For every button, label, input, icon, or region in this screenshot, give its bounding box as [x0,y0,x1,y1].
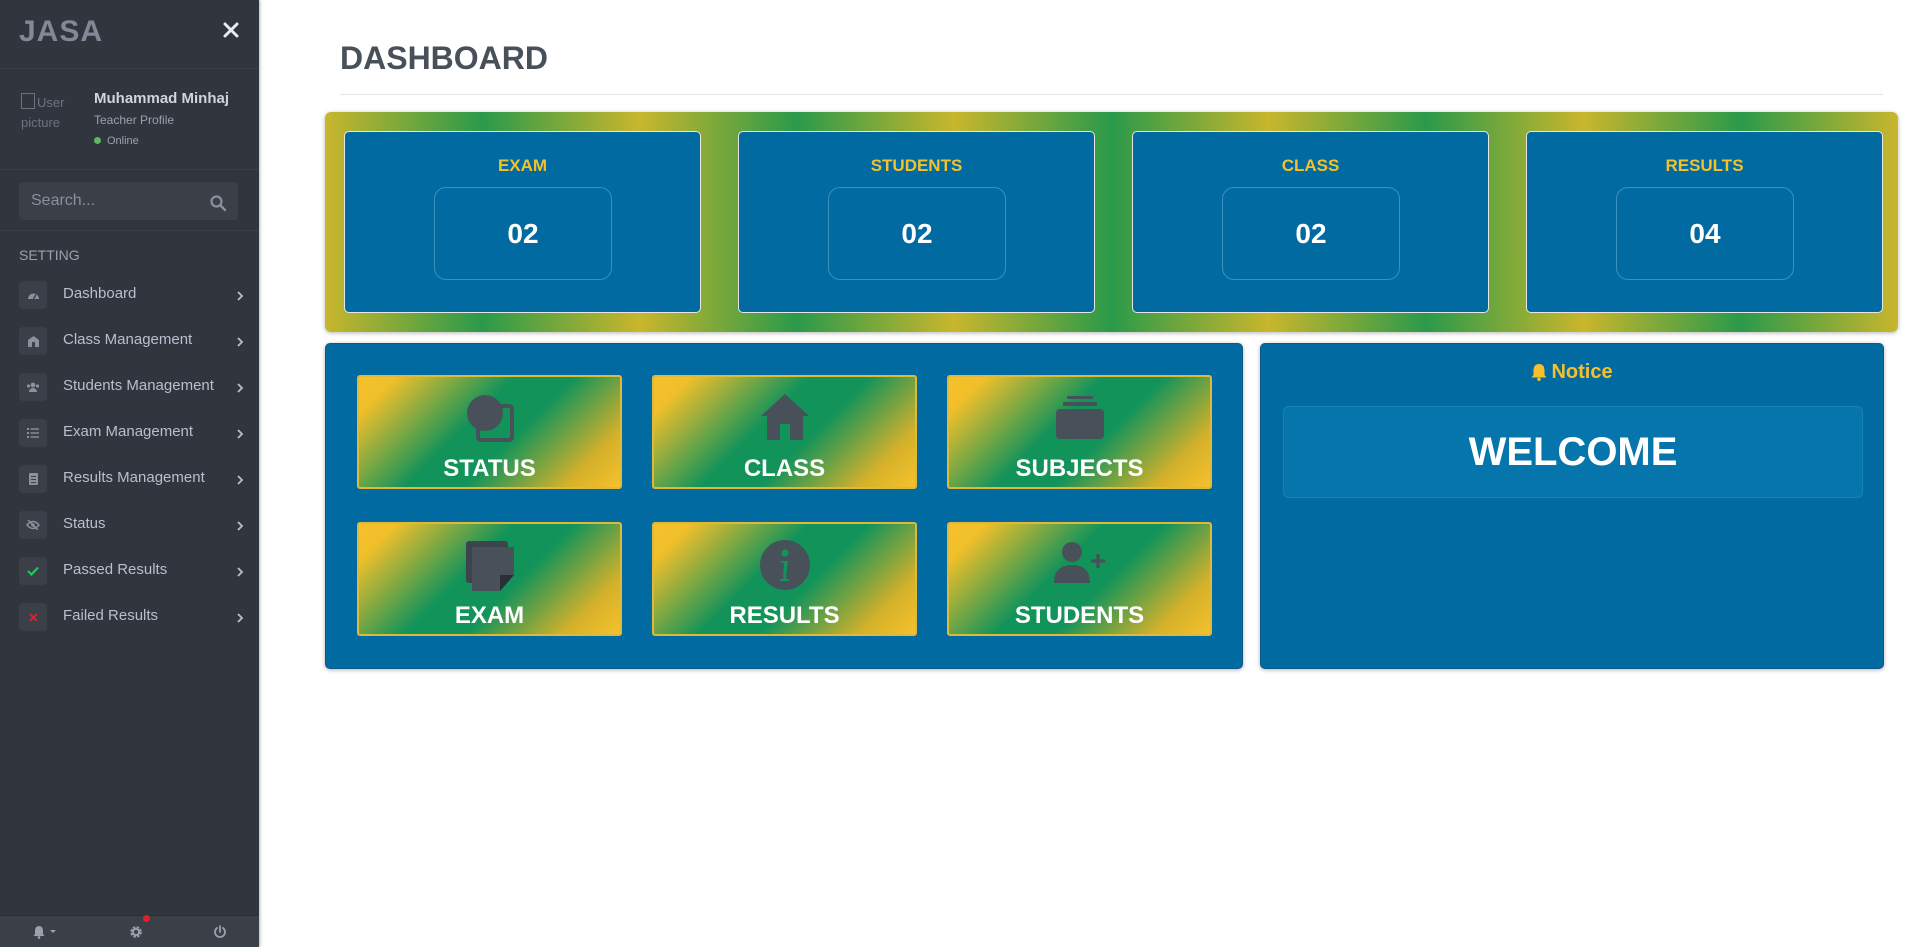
tile-label: STATUS [443,455,536,482]
tile-status[interactable]: STATUS [357,375,622,489]
stat-card-students: STUDENTS 02 [738,131,1095,313]
tile-class[interactable]: CLASS [652,375,917,489]
sidebar: JASA User picture Muhammad Minhaj Teache… [0,0,259,947]
tile-label: SUBJECTS [1015,455,1144,482]
notification-dot-icon [143,915,150,922]
check-icon [19,557,47,585]
search-input[interactable] [19,182,238,220]
stat-value: 02 [1222,187,1400,280]
eye-slash-icon [19,511,47,539]
stat-label: STUDENTS [870,156,963,175]
briefcase-icon [949,392,1210,442]
chevron-right-icon [237,291,244,301]
sidebar-item-label: Failed Results [63,607,159,624]
user-status: Online [94,135,139,147]
notifications-button[interactable] [6,916,86,947]
notice-panel: Notice WELCOME [1260,343,1884,669]
tile-label: STUDENTS [1014,602,1145,629]
brand-title[interactable]: JASA [19,15,103,49]
bell-icon [33,925,56,939]
search-icon[interactable] [209,194,227,212]
stat-label: RESULTS [1665,156,1744,175]
stat-value: 02 [434,187,612,280]
chevron-right-icon [237,475,244,485]
list-icon [19,419,47,447]
sidebar-item-label: Class Management [63,331,193,348]
sidebar-item-students-management[interactable]: Students Management [0,364,259,410]
add-user-icon [949,539,1210,589]
stat-card-exam: EXAM 02 [344,131,701,313]
gear-icon [130,925,142,938]
page-title: DASHBOARD [340,40,548,76]
sidebar-item-exam-management[interactable]: Exam Management [0,410,259,456]
notice-message: WELCOME [1283,406,1863,498]
tile-label: RESULTS [729,602,840,629]
sidebar-header: JASA [0,0,259,69]
search-bar [0,170,259,231]
chevron-right-icon [237,337,244,347]
sidebar-section-title: SETTING [19,247,80,263]
tile-results[interactable]: RESULTS [652,522,917,636]
sidebar-item-status[interactable]: Status [0,502,259,548]
avatar-alt-text: User picture [21,95,65,130]
user-role: Teacher Profile [94,113,175,127]
sidebar-menu: Dashboard Class Management Students Mana… [0,272,259,640]
tile-subjects[interactable]: SUBJECTS [947,375,1212,489]
sidebar-item-label: Exam Management [63,423,194,440]
tile-exam[interactable]: EXAM [357,522,622,636]
status-icon [359,392,620,442]
user-profile: User picture Muhammad Minhaj Teacher Pro… [0,69,259,170]
tile-label: CLASS [743,455,826,482]
notice-title-label: Notice [1551,361,1613,383]
stat-card-class: CLASS 02 [1132,131,1489,313]
info-icon [654,539,915,590]
users-icon [19,373,47,401]
bell-icon [1531,364,1547,381]
sidebar-item-label: Students Management [63,377,214,394]
sidebar-item-passed-results[interactable]: Passed Results [0,548,259,594]
chevron-right-icon [237,383,244,393]
home-icon [654,392,915,442]
sticky-note-icon [359,539,620,591]
stat-label: CLASS [1281,156,1340,175]
close-icon[interactable] [221,20,241,40]
tile-label: EXAM [454,602,525,629]
title-divider [340,94,1883,95]
sidebar-item-dashboard[interactable]: Dashboard [0,272,259,318]
stats-panel: EXAM 02 STUDENTS 02 CLASS 02 RESULTS 04 [325,112,1898,332]
chevron-right-icon [237,613,244,623]
sidebar-item-label: Dashboard [63,285,137,302]
online-dot-icon [94,137,101,144]
quick-links-panel: STATUS CLASS SUBJECTS EXAM RESULTS STUDE… [325,343,1243,669]
school-icon [19,327,47,355]
chevron-right-icon [237,521,244,531]
sidebar-footer [0,915,259,947]
user-name: Muhammad Minhaj [94,90,230,107]
dashboard-icon [19,281,47,309]
settings-button[interactable] [96,916,176,947]
stat-value: 02 [828,187,1006,280]
chevron-right-icon [237,429,244,439]
sidebar-item-label: Passed Results [63,561,168,578]
user-status-label: Online [107,135,139,147]
sidebar-item-failed-results[interactable]: Failed Results [0,594,259,640]
notice-title: Notice [1261,361,1883,384]
sidebar-item-label: Results Management [63,469,205,486]
document-icon [19,465,47,493]
tile-students[interactable]: STUDENTS [947,522,1212,636]
sidebar-item-class-management[interactable]: Class Management [0,318,259,364]
stat-card-results: RESULTS 04 [1526,131,1883,313]
chevron-right-icon [237,567,244,577]
power-icon [214,924,226,938]
sidebar-item-label: Status [63,515,106,532]
times-icon [19,603,47,631]
sidebar-item-results-management[interactable]: Results Management [0,456,259,502]
stat-value: 04 [1616,187,1794,280]
logout-button[interactable] [180,916,260,947]
stat-label: EXAM [497,156,548,175]
